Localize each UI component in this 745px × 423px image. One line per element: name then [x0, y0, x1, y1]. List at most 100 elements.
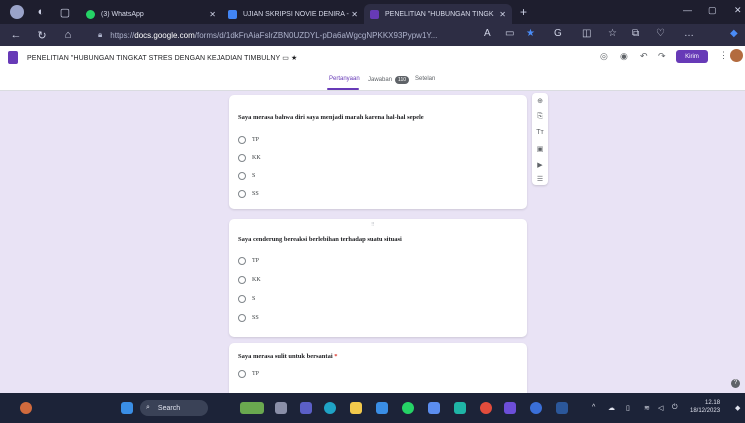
- close-window-icon[interactable]: ✕: [734, 5, 742, 16]
- weather-icon[interactable]: [20, 402, 32, 414]
- chrome-icon[interactable]: [480, 402, 492, 414]
- customize-theme-icon[interactable]: ◎: [600, 51, 608, 62]
- tab-ujian-skripsi[interactable]: UJIAN SKRIPSI NOVIE DENIRA - ✕: [222, 4, 364, 24]
- restore-icon[interactable]: ▢: [708, 5, 717, 16]
- extension-icon[interactable]: G: [554, 28, 562, 39]
- radio-option[interactable]: TP: [238, 257, 259, 265]
- app-icon[interactable]: [530, 402, 542, 414]
- radio-option[interactable]: KK: [238, 154, 261, 162]
- radio-option[interactable]: KK: [238, 276, 261, 284]
- minimize-icon[interactable]: —: [683, 5, 692, 15]
- tab-actions-icon[interactable]: ▢: [58, 5, 72, 19]
- add-image-icon[interactable]: ▣: [532, 145, 548, 153]
- send-button[interactable]: Kirim: [676, 50, 708, 63]
- question-card[interactable]: Saya merasa bahwa diri saya menjadi mara…: [229, 95, 527, 209]
- collections-icon[interactable]: ⧉: [632, 28, 639, 39]
- add-section-icon[interactable]: ☰: [532, 175, 548, 183]
- start-icon[interactable]: [121, 402, 133, 414]
- clock[interactable]: 12.18 18/12/2023: [690, 399, 720, 415]
- url-path: /forms/d/1dkFnAiaFslrZBN0UZDYL-pDa6aWgcg…: [194, 30, 438, 40]
- workspaces-icon[interactable]: ◐: [34, 5, 48, 19]
- close-icon[interactable]: ✕: [499, 10, 506, 19]
- undo-icon[interactable]: ↶: [640, 51, 648, 62]
- question-title[interactable]: Saya merasa bahwa diri saya menjadi mara…: [238, 114, 424, 121]
- onedrive-icon[interactable]: ☁: [608, 404, 615, 412]
- radio-option[interactable]: TP: [238, 370, 259, 378]
- power-icon[interactable]: ⏻: [672, 404, 678, 412]
- chat-icon[interactable]: [454, 402, 466, 414]
- question-title[interactable]: Saya merasa sulit untuk bersantai *: [238, 353, 338, 360]
- whatsapp-icon[interactable]: [402, 402, 414, 414]
- split-screen-icon[interactable]: ◫: [582, 28, 591, 39]
- read-aloud-icon[interactable]: A: [484, 28, 491, 39]
- performance-icon[interactable]: ♡: [656, 28, 665, 39]
- tab-penelitian[interactable]: PENELITIAN "HUBUNGAN TINGK ✕: [364, 4, 512, 24]
- reload-icon[interactable]: ↻: [32, 29, 52, 42]
- copilot-icon[interactable]: ◆: [730, 28, 738, 39]
- url-prefix: https://: [110, 30, 135, 40]
- radio-option[interactable]: TP: [238, 136, 259, 144]
- tab-whatsapp[interactable]: (3) WhatsApp ✕: [80, 4, 222, 24]
- word-icon[interactable]: [556, 402, 568, 414]
- notifications-icon[interactable]: ◆: [735, 404, 740, 412]
- close-icon[interactable]: ✕: [209, 10, 216, 19]
- help-icon[interactable]: ?: [731, 379, 740, 388]
- folder-icon[interactable]: ▭: [282, 55, 291, 62]
- radio-option[interactable]: S: [238, 172, 255, 180]
- battery-icon[interactable]: ▯: [626, 404, 630, 412]
- tab-settings[interactable]: Setelan: [415, 76, 435, 82]
- teams-icon[interactable]: [300, 402, 312, 414]
- task-view-icon[interactable]: [275, 402, 287, 414]
- radio-button[interactable]: [238, 172, 246, 180]
- radio-button[interactable]: [238, 276, 246, 284]
- radio-button[interactable]: [238, 370, 246, 378]
- tab-questions[interactable]: Pertanyaan: [329, 76, 360, 82]
- add-title-icon[interactable]: Tт: [532, 129, 548, 136]
- redo-icon[interactable]: ↷: [658, 51, 666, 62]
- volume-icon[interactable]: ◁: [658, 404, 663, 412]
- import-questions-icon[interactable]: ⎘: [532, 113, 548, 121]
- reader-view-icon[interactable]: ▭: [505, 28, 514, 39]
- avatar[interactable]: [730, 49, 743, 62]
- radio-button[interactable]: [238, 295, 246, 303]
- more-menu-icon[interactable]: …: [684, 28, 694, 39]
- favorite-star-icon[interactable]: ★: [526, 28, 535, 39]
- form-title[interactable]: PENELITIAN "HUBUNGAN TINGKAT STRES DENGA…: [27, 54, 297, 62]
- taskbar-search[interactable]: ⌕ Search: [140, 400, 208, 416]
- preview-icon[interactable]: ◉: [620, 51, 628, 62]
- add-video-icon[interactable]: ▶: [532, 161, 548, 169]
- home-icon[interactable]: ⌂: [58, 29, 78, 41]
- new-tab-icon[interactable]: +: [520, 5, 527, 19]
- profile-icon[interactable]: [10, 5, 24, 19]
- search-icon: ⌕: [146, 404, 150, 411]
- radio-option[interactable]: SS: [238, 190, 259, 198]
- mail-icon[interactable]: [376, 402, 388, 414]
- radio-button[interactable]: [238, 257, 246, 265]
- wifi-icon[interactable]: ≋: [644, 404, 650, 412]
- forms-logo-icon[interactable]: [8, 51, 18, 64]
- widgets-icon[interactable]: [240, 402, 264, 414]
- radio-button[interactable]: [238, 154, 246, 162]
- show-hidden-icons-icon[interactable]: ^: [592, 404, 595, 411]
- drag-handle-icon[interactable]: ⠿: [371, 222, 375, 228]
- address-bar[interactable]: 🔒︎ https://docs.google.com/forms/d/1dkFn…: [98, 27, 546, 43]
- radio-option[interactable]: SS: [238, 314, 259, 322]
- question-card[interactable]: ⠿ Saya cenderung bereaksi berlebihan ter…: [229, 219, 527, 337]
- edge-icon[interactable]: [324, 402, 336, 414]
- question-card[interactable]: Saya merasa sulit untuk bersantai * TP: [229, 343, 527, 393]
- calendar-icon[interactable]: [504, 402, 516, 414]
- close-icon[interactable]: ✕: [351, 10, 358, 19]
- radio-button[interactable]: [238, 136, 246, 144]
- add-question-icon[interactable]: ⊕: [532, 97, 548, 105]
- radio-button[interactable]: [238, 314, 246, 322]
- radio-button[interactable]: [238, 190, 246, 198]
- star-icon[interactable]: ★: [291, 55, 297, 62]
- more-options-icon[interactable]: ⋮: [719, 50, 728, 61]
- radio-option[interactable]: S: [238, 295, 255, 303]
- zoom-icon[interactable]: [428, 402, 440, 414]
- favorites-icon[interactable]: ☆: [608, 28, 617, 39]
- back-icon[interactable]: ←: [6, 29, 26, 41]
- tab-responses[interactable]: Jawaban 110: [368, 76, 410, 84]
- question-title[interactable]: Saya cenderung bereaksi berlebihan terha…: [238, 236, 402, 243]
- file-explorer-icon[interactable]: [350, 402, 362, 414]
